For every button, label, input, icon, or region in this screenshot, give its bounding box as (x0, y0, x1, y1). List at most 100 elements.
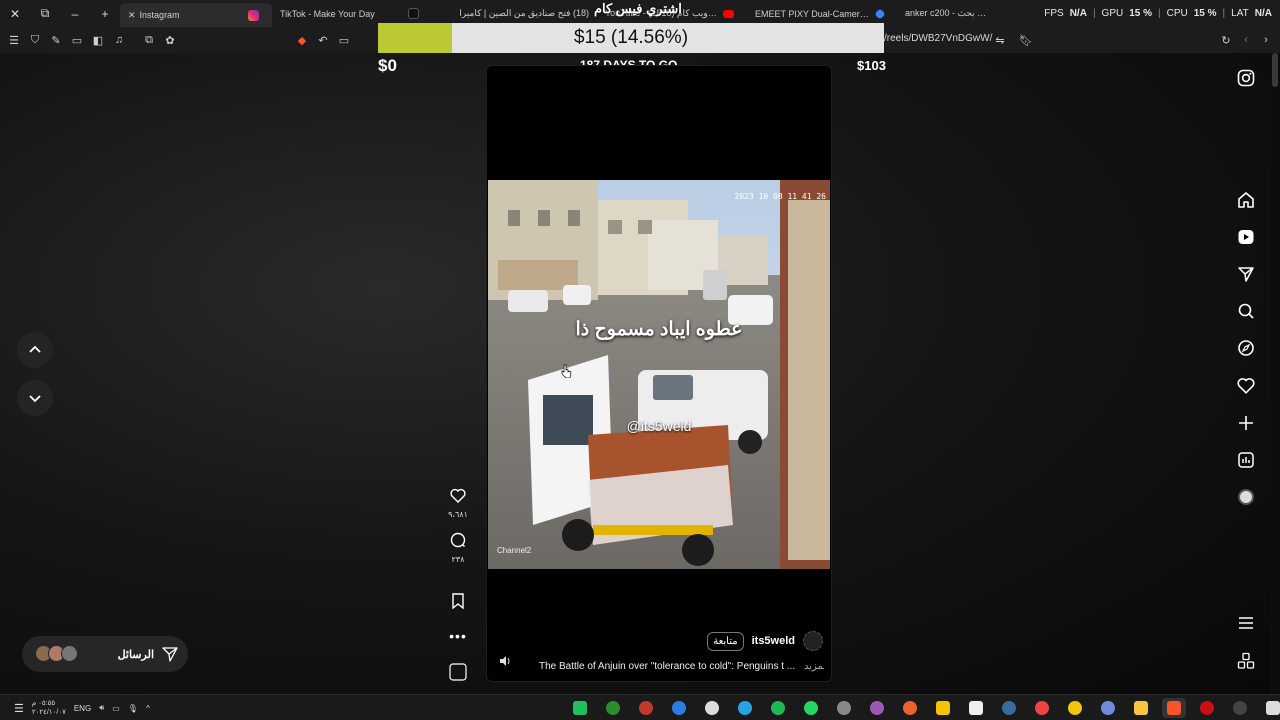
notification-icon[interactable]: ☰ (14, 702, 24, 715)
tune-icon[interactable]: ⇋ (990, 30, 1010, 50)
taskbar-app-icon[interactable] (568, 698, 592, 718)
audio-thumbnail[interactable] (444, 663, 472, 686)
search-icon[interactable] (1228, 698, 1252, 718)
whatsapp-icon[interactable] (799, 698, 823, 718)
close-tab-icon[interactable]: ✕ (128, 10, 136, 21)
shield-icon[interactable]: ⛉ (25, 30, 45, 50)
reel-caption[interactable]: The Battle of Anjuin over "tolerance to … (539, 661, 824, 672)
video-overlay-handle: @its5weld (626, 418, 692, 434)
messages-button[interactable]: الرسائل (22, 636, 188, 672)
messages-label: الرسائل (117, 648, 154, 661)
taskbar-app-icon[interactable] (634, 698, 658, 718)
reels-icon[interactable] (1234, 225, 1258, 249)
clock-date: ٢٠٢٤/١٠/٠٧ (31, 709, 66, 716)
taskbar-app-icon[interactable] (865, 698, 889, 718)
sidebar-icon[interactable]: ◧ (88, 30, 108, 50)
undo-icon[interactable]: ↶ (313, 30, 333, 50)
new-tab-button[interactable]: + (90, 0, 120, 27)
gpu-value: 15 % (1129, 8, 1153, 19)
taskbar-app-icon[interactable] (1063, 698, 1087, 718)
tab-instagram[interactable]: ✕ Instagram (120, 3, 272, 27)
explore-icon[interactable] (1234, 336, 1258, 360)
comment-button[interactable]: ٢٣٨ (444, 532, 472, 564)
tab-google[interactable]: anker c200 - بحث Google (897, 0, 997, 27)
panel-icon[interactable]: ▭ (67, 30, 87, 50)
tabs-icon[interactable]: ⧉ (139, 30, 159, 50)
goal-progress-bar: $15 (14.56%) (378, 23, 884, 53)
home-icon[interactable] (1234, 188, 1258, 212)
steam-icon[interactable] (997, 698, 1021, 718)
tab-title: anker c200 - بحث Google (905, 8, 989, 18)
follow-button[interactable]: متابعة (707, 631, 744, 651)
fps-value: N/A (1069, 8, 1087, 19)
url-fragment[interactable]: /reels/DWB27VnDGwW/ (884, 33, 992, 44)
spotify-icon[interactable] (766, 698, 790, 718)
save-button[interactable] (444, 593, 472, 614)
volume-icon[interactable]: 🔊︎ (99, 703, 104, 713)
network-icon[interactable]: ▭ (112, 704, 120, 713)
previous-reel-button[interactable] (17, 332, 53, 368)
restore-window-button[interactable]: ⧉ (30, 0, 60, 27)
search-icon[interactable] (1234, 299, 1258, 323)
reel-container[interactable]: 2023 10 08 11 41 26 Channel2 عطوه ايباد … (486, 65, 832, 682)
divider: | (1158, 8, 1161, 19)
like-count: ٩،٦٨١ (448, 510, 468, 519)
mute-button[interactable] (499, 655, 511, 670)
rockstar-icon[interactable] (931, 698, 955, 718)
apps-icon[interactable] (1234, 649, 1258, 673)
folder-icon[interactable] (1129, 698, 1153, 718)
menu-icon[interactable]: ☰ (4, 30, 24, 50)
hamburger-menu-icon[interactable] (1234, 611, 1258, 635)
scrollbar-thumb[interactable] (1272, 53, 1278, 87)
dashboard-icon[interactable] (1234, 448, 1258, 472)
chevron-up-icon (29, 345, 41, 353)
reel-video[interactable]: 2023 10 08 11 41 26 Channel2 عطوه ايباد … (488, 180, 830, 569)
youtube-icon (723, 9, 734, 18)
screen-icon[interactable]: ▭ (334, 30, 354, 50)
profile-avatar[interactable] (1234, 485, 1258, 509)
caption-text: The Battle of Anjuin over "tolerance to … (539, 661, 796, 672)
direct-icon[interactable] (1234, 262, 1258, 286)
taskbar-app-icon[interactable] (832, 698, 856, 718)
brave-shield-icon[interactable]: ◆ (292, 30, 312, 50)
forward-icon[interactable]: › (1256, 30, 1276, 50)
taskbar-apps (568, 698, 1280, 718)
opera-icon[interactable] (1195, 698, 1219, 718)
reload-icon[interactable]: ↻ (1216, 30, 1236, 50)
next-reel-button[interactable] (17, 380, 53, 416)
extension-icon[interactable]: ✿ (160, 30, 180, 50)
clock[interactable]: ٠٥:٥٥ م ٢٠٢٤/١٠/٠٧ (32, 699, 66, 717)
goal-title: اشتري فيس كام (594, 1, 682, 16)
close-window-button[interactable]: ✕ (0, 0, 30, 27)
performance-overlay: FPS N/A | GPU 15 % | CPU 15 % | LAT N/A (1044, 0, 1272, 27)
settings-icon[interactable] (700, 698, 724, 718)
pen-icon[interactable]: ✎ (46, 30, 66, 50)
instagram-logo-icon[interactable] (1234, 66, 1258, 90)
notifications-heart-icon[interactable] (1234, 373, 1258, 397)
brave-icon[interactable] (1162, 698, 1186, 718)
chevron-up-icon[interactable]: ^ (146, 704, 150, 713)
minimize-window-button[interactable]: – (60, 0, 90, 27)
music-icon[interactable]: ♫ (109, 30, 129, 50)
xbox-icon[interactable] (601, 698, 625, 718)
speaker-icon (500, 656, 510, 666)
taskbar-app-icon[interactable] (898, 698, 922, 718)
microphone-icon[interactable]: 🎙︎ (128, 704, 138, 713)
cpu-value: 15 % (1193, 8, 1217, 19)
more-link[interactable]: المزيد (804, 661, 824, 672)
author-username[interactable]: its5weld (752, 635, 795, 647)
author-avatar[interactable] (803, 631, 823, 651)
windows-start-icon[interactable] (1261, 698, 1280, 718)
like-button[interactable]: ٩،٦٨١ (444, 488, 472, 519)
more-options-button[interactable]: ••• (444, 628, 472, 644)
discord-icon[interactable] (1096, 698, 1120, 718)
chrome-icon[interactable] (1030, 698, 1054, 718)
language-indicator[interactable]: ENG (74, 704, 91, 713)
telegram-icon[interactable] (733, 698, 757, 718)
page-scrollbar[interactable] (1270, 53, 1280, 693)
back-icon[interactable]: ‹ (1236, 30, 1256, 50)
file-icon[interactable] (964, 698, 988, 718)
bookmark-icon[interactable]: 🔖︎ (1016, 30, 1036, 50)
create-plus-icon[interactable] (1234, 411, 1258, 435)
taskbar-app-icon[interactable] (667, 698, 691, 718)
